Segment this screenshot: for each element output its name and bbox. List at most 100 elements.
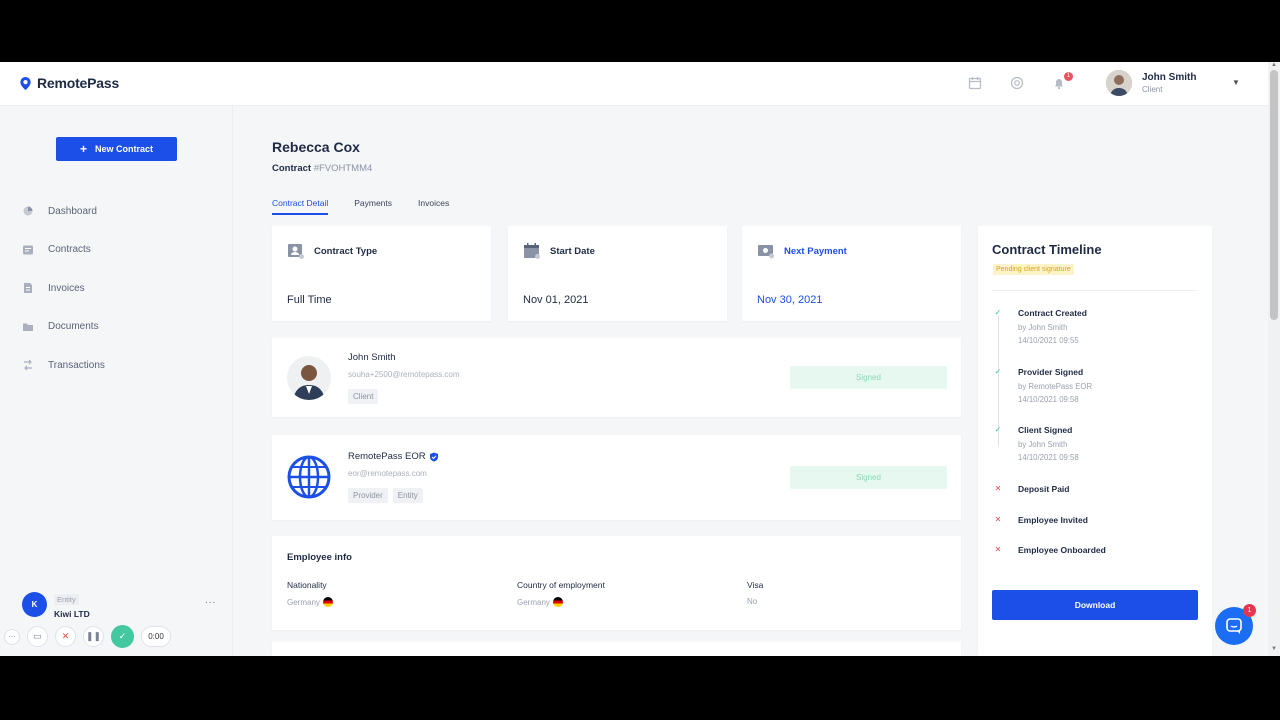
finish-recording-button[interactable]: ✓ [111,625,134,648]
status-badge: Signed [790,466,947,489]
logo-text: RemotePass [37,75,120,91]
party-tags: Provider Entity [348,488,423,503]
entity-avatar: K [22,591,47,617]
tab-payments[interactable]: Payments [354,198,392,215]
more-icon[interactable]: ⋯ [4,628,20,645]
party-email: souha+2500@remotepass.com [348,370,460,379]
timeline-item-name: Employee Invited [1018,515,1088,525]
sidebar-item-label: Documents [48,321,99,333]
field-label: Nationality [287,580,327,590]
status-badge: Pending client signature [993,264,1074,275]
scrollbar[interactable]: ▲ ▼ [1268,62,1280,656]
party-name: RemotePass EOR [348,451,439,462]
info-value: Full Time [287,294,332,306]
logo-pin-icon [20,76,31,90]
timeline-item-by: by RemotePass EOR [1018,382,1093,391]
logo[interactable]: RemotePass [18,75,119,91]
chat-icon [1226,618,1242,634]
field-nationality: Nationality Germany [287,580,333,607]
contract-label: Contract [272,163,312,174]
entity-switcher[interactable]: K Entity Kiwi LTD [22,589,90,619]
sidebar-item-transactions[interactable]: Transactions [22,346,105,385]
user-card-icon [288,244,304,259]
tab-contract-detail[interactable]: Contract Detail [272,198,329,215]
transactions-icon [24,359,32,371]
pause-button[interactable]: ❚❚ [83,626,104,647]
party-card-provider: RemotePass EOR eor@remotepass.com Provid… [272,435,961,520]
contract-timeline: Contract Timeline Pending client signatu… [978,226,1212,656]
contract-id: Contract #FVOHTMM4 [272,163,372,174]
cross-icon: ✕ [994,515,1002,524]
timeline-item-date: 14/10/2021 09:58 [1018,453,1079,462]
download-button[interactable]: Download [992,590,1198,620]
sidebar-item-label: Transactions [48,359,105,371]
timeline-item-by: by John Smith [1018,440,1068,449]
party-tags: Client [348,389,379,404]
sidebar-item-label: Contracts [48,244,91,256]
cancel-recording-button[interactable]: ✕ [55,626,76,647]
party-card-client: John Smith souha+2500@remotepass.com Cli… [272,338,961,417]
sidebar-nav: Dashboard Contracts Invoices Documents T… [22,192,105,385]
check-icon: ✓ [994,308,1002,317]
scroll-down-icon[interactable]: ▼ [1271,646,1277,652]
sidebar-item-invoices[interactable]: Invoices [22,269,105,308]
avatar [1106,70,1132,96]
recording-toolbar: ⋯ ▭ ✕ ❚❚ ✓ 0:00 [4,625,171,648]
tag: Entity [392,488,423,503]
cross-icon: ✕ [994,484,1002,493]
sidebar-item-contracts[interactable]: Contracts [22,231,105,270]
chevron-down-icon[interactable]: ▼ [1232,78,1240,87]
pie-chart-icon [23,206,33,216]
timeline-item-date: 14/10/2021 09:55 [1018,336,1079,345]
calendar-icon[interactable] [968,76,984,92]
plus-icon: + [79,142,87,156]
employee-info-card: Employee info Nationality Germany Countr… [272,536,961,630]
new-contract-button[interactable]: + New Contract [56,137,177,161]
tag: Client [348,389,379,404]
timeline-item-name: Provider Signed [1018,367,1084,377]
sidebar: + New Contract Dashboard Contracts Invoi… [0,106,233,656]
app-window: RemotePass 1 John Smith Client ▼ + New C… [0,62,1280,656]
party-name-text: RemotePass EOR [348,451,426,462]
contract-icon [23,245,33,255]
more-options-icon[interactable]: ... [205,595,216,606]
entity-name: Kiwi LTD [54,609,90,619]
support-icon[interactable] [1010,76,1026,92]
camera-icon[interactable]: ▭ [27,626,48,647]
user-menu[interactable]: John Smith Client ▼ [1106,70,1240,96]
scroll-thumb[interactable] [1270,70,1278,320]
top-bar: RemotePass 1 John Smith Client ▼ [0,62,1268,106]
tab-invoices[interactable]: Invoices [418,198,449,215]
party-name: John Smith [348,352,396,363]
chat-badge: 1 [1243,604,1256,617]
field-label: Country of employment [517,580,605,590]
timeline-title: Contract Timeline [992,242,1102,257]
sidebar-item-documents[interactable]: Documents [22,308,105,347]
globe-icon [287,455,331,499]
user-name: John Smith [1142,72,1197,83]
contract-number: #FVOHTMM4 [313,163,373,174]
germany-flag-icon [552,597,563,607]
calendar-icon [524,243,540,259]
folder-icon [23,323,33,331]
field-value: Germany [287,597,320,607]
verified-icon [429,452,438,461]
bell-icon[interactable]: 1 [1052,72,1073,92]
sidebar-item-dashboard[interactable]: Dashboard [22,192,105,231]
scroll-up-icon[interactable]: ▲ [1271,62,1277,68]
field-label: Visa [747,580,764,590]
sidebar-item-label: Dashboard [48,205,97,217]
info-label: Contract Type [314,245,378,257]
timeline-item-by: by John Smith [1018,323,1068,332]
timeline-item-name: Deposit Paid [1018,484,1070,494]
cross-icon: ✕ [994,545,1002,554]
timeline-item-date: 14/10/2021 09:58 [1018,395,1079,404]
party-email: eor@remotepass.com [348,469,427,478]
contract-type-card: Contract Type Full Time [272,226,491,321]
tabs: Contract Detail Payments Invoices [272,198,449,215]
page-title: Rebecca Cox [272,139,360,155]
chat-launcher[interactable]: 1 [1215,604,1256,645]
status-badge: Signed [790,366,947,389]
tag: Provider [348,488,388,503]
check-icon: ✓ [994,425,1002,434]
